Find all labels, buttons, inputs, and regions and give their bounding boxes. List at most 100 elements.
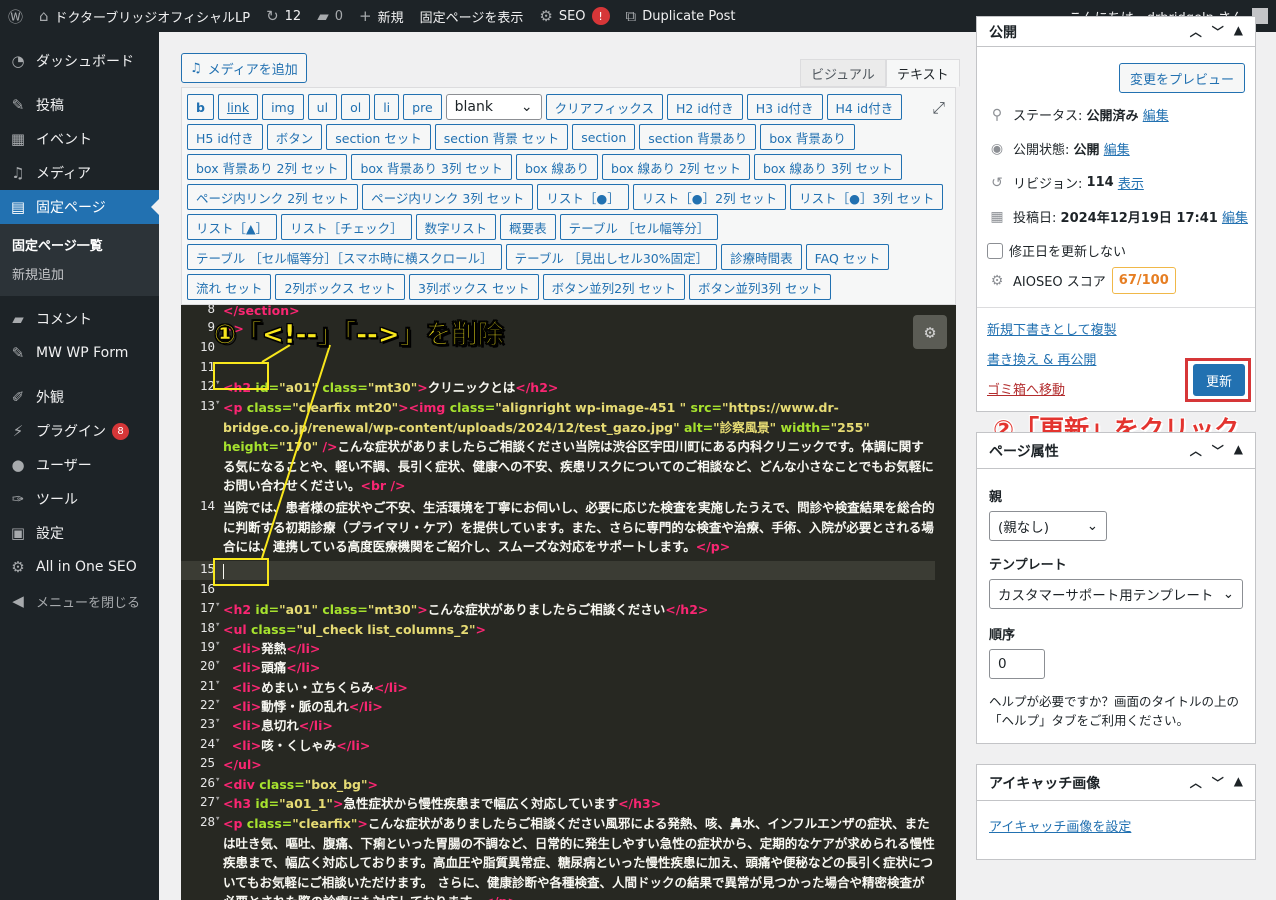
trash-link[interactable]: ゴミ箱へ移動 [987,379,1065,398]
quicktag-button[interactable]: 数字リスト [415,214,497,240]
toggle-icon[interactable]: ▲ [1234,23,1243,40]
menu-media[interactable]: ♫ メディア [0,156,159,190]
collapse-menu-button[interactable]: ◀ メニューを閉じる [0,584,159,618]
menu-aioseo[interactable]: ⚙ All in One SEO [0,550,159,584]
quicktag-button[interactable]: ボタン並列3列 セット [689,274,832,300]
move-down-icon[interactable]: ﹀ [1212,442,1224,459]
duplicate-post-link[interactable]: ⧉ Duplicate Post [618,0,744,32]
fold-arrow-icon[interactable]: ▾ [215,814,220,824]
rewrite-republish-link[interactable]: 書き換え & 再公開 [987,349,1096,368]
order-input[interactable]: 0 [989,649,1045,679]
tab-visual[interactable]: ビジュアル [800,59,886,87]
quicktag-button[interactable]: box 背景あり 3列 セット [351,154,512,180]
seo-menu[interactable]: ⚙ SEO! [531,0,617,32]
move-up-icon[interactable]: ︿ [1190,774,1202,791]
quicktag-button[interactable]: 診療時間表 [721,244,802,270]
menu-appearance[interactable]: ✐ 外観 [0,380,159,414]
edit-date-link[interactable]: 編集 [1222,207,1248,226]
view-page-link[interactable]: 固定ページを表示 [412,0,532,32]
quicktag-button[interactable]: section 背景あり [639,124,757,150]
quicktag-button[interactable]: box 背景あり 2列 セット [187,154,348,180]
quicktag-button[interactable]: section 背景 セット [434,124,569,150]
menu-pages[interactable]: ▤ 固定ページ [0,190,159,224]
quicktag-button[interactable]: リスト［▲］ [187,214,278,240]
view-revisions-link[interactable]: 表示 [1118,173,1144,192]
site-name-link[interactable]: ⌂ ドクターブリッジオフィシャルLP [31,0,258,32]
template-select[interactable]: カスタマーサポート用テンプレート ⌄ [989,579,1243,609]
quicktag-button[interactable]: b [187,94,214,120]
menu-plugins[interactable]: ⚡ プラグイン 8 [0,414,159,448]
menu-users[interactable]: ● ユーザー [0,448,159,482]
quicktag-button[interactable]: box 線あり 2列 セット [602,154,750,180]
fold-arrow-icon[interactable]: ▾ [215,398,220,408]
wp-logo-icon[interactable]: Ⓦ [0,0,31,32]
quicktag-button[interactable]: ページ内リンク 2列 セット [187,184,359,210]
fold-arrow-icon[interactable]: ▾ [215,697,220,707]
menu-settings[interactable]: ▣ 設定 [0,516,159,550]
format-select[interactable]: blank ⌄ [445,94,542,120]
menu-comments[interactable]: ▰ コメント [0,302,159,336]
quicktag-button[interactable]: リスト［●］2列 セット [632,184,787,210]
quicktag-button[interactable]: FAQ セット [805,244,890,270]
toggle-icon[interactable]: ▲ [1234,442,1243,459]
updates-link[interactable]: ↻ 12 [258,0,309,32]
add-media-button[interactable]: ♫ メディアを追加 [181,53,307,83]
tab-text[interactable]: テキスト [886,59,960,87]
quicktag-button[interactable]: ボタン並列2列 セット [542,274,686,300]
move-up-icon[interactable]: ︿ [1190,442,1202,459]
move-down-icon[interactable]: ﹀ [1212,774,1224,791]
no-update-date-row[interactable]: 修正日を更新しない [987,241,1126,260]
editor-settings-gear-icon[interactable]: ⚙ [913,315,947,349]
fold-arrow-icon[interactable]: ▾ [215,716,220,726]
fold-arrow-icon[interactable]: ▾ [215,600,220,610]
submenu-pages-list[interactable]: 固定ページ一覧 [0,230,159,259]
quicktag-button[interactable]: テーブル ［セル幅等分］［スマホ時に横スクロール］ [187,244,502,270]
comments-link[interactable]: ▰ 0 [309,0,351,32]
submenu-pages-new[interactable]: 新規追加 [0,259,159,288]
quicktag-button[interactable]: box 線あり 3列 セット [753,154,902,180]
quicktag-button[interactable]: section セット [326,124,431,150]
menu-mwform[interactable]: ✎ MW WP Form [0,336,159,370]
toggle-icon[interactable]: ▲ [1234,774,1243,791]
fold-arrow-icon[interactable]: ▾ [215,775,220,785]
quicktag-button[interactable]: リスト［●］ [537,184,629,210]
quicktag-button[interactable]: 概要表 [500,214,556,240]
menu-events[interactable]: ▦ イベント [0,122,159,156]
no-update-date-checkbox[interactable] [987,242,1003,259]
edit-status-link[interactable]: 編集 [1143,105,1169,124]
quicktag-button[interactable]: 2列ボックス セット [275,274,406,300]
quicktag-button[interactable]: クリアフィックス [545,94,664,120]
copy-draft-link[interactable]: 新規下書きとして複製 [987,319,1117,338]
quicktag-button[interactable]: box 背景あり [760,124,855,150]
quicktag-button[interactable]: ol [341,94,371,120]
quicktag-button[interactable]: リスト［●］3列 セット [790,184,944,210]
quicktag-button[interactable]: ページ内リンク 3列 セット [362,184,534,210]
quicktag-button[interactable]: H3 id付き [746,94,823,120]
edit-visibility-link[interactable]: 編集 [1104,139,1130,158]
quicktag-button[interactable]: 流れ セット [187,274,272,300]
move-up-icon[interactable]: ︿ [1190,23,1202,40]
quicktag-button[interactable]: テーブル ［見出しセル30%固定］ [505,244,718,270]
quicktag-button[interactable]: li [374,94,400,120]
quicktag-button[interactable]: pre [403,94,442,120]
fold-arrow-icon[interactable]: ▾ [215,658,220,668]
quicktag-button[interactable]: リスト［チェック］ [281,214,412,240]
set-featured-image-link[interactable]: アイキャッチ画像を設定 [989,816,1131,835]
move-down-icon[interactable]: ﹀ [1212,23,1224,40]
preview-changes-button[interactable]: 変更をプレビュー [1118,63,1245,93]
parent-select[interactable]: (親なし) ⌄ [989,511,1107,541]
quicktag-button[interactable]: 3列ボックス セット [409,274,539,300]
fold-arrow-icon[interactable]: ▾ [215,736,220,746]
quicktag-button[interactable]: H2 id付き [667,94,743,120]
quicktag-button[interactable]: H5 id付き [187,124,263,150]
menu-posts[interactable]: ✎ 投稿 [0,88,159,122]
menu-dashboard[interactable]: ◔ ダッシュボード [0,44,159,78]
quicktag-button[interactable]: img [262,94,304,120]
fold-arrow-icon[interactable]: ▾ [215,794,220,804]
quicktag-button[interactable]: H4 id付き [826,94,903,120]
quicktag-button[interactable]: ul [307,94,338,120]
quicktag-button[interactable]: box 線あり [515,154,599,180]
menu-tools[interactable]: ✑ ツール [0,482,159,516]
quicktag-button[interactable]: section [572,124,636,150]
quicktag-button[interactable]: テーブル ［セル幅等分］ [559,214,719,240]
